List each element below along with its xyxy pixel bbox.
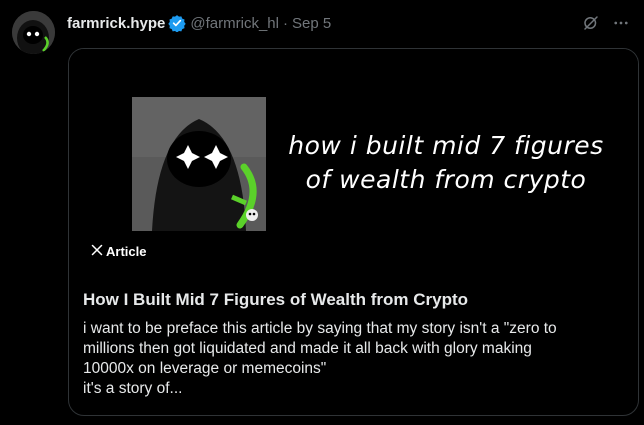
display-name[interactable]: farmrick.hype	[67, 15, 165, 32]
article-title[interactable]: How I Built Mid 7 Figures of Wealth from…	[83, 289, 624, 311]
article-card-body[interactable]: How I Built Mid 7 Figures of Wealth from…	[83, 289, 624, 399]
article-badge-label: Article	[106, 244, 147, 259]
author-avatar[interactable]	[12, 11, 55, 54]
x-logo-icon	[91, 244, 103, 259]
cover-headline: how i built mid 7 figures of wealth from…	[288, 131, 604, 194]
post-date[interactable]: Sep 5	[292, 15, 331, 32]
article-card[interactable]: how i built mid 7 figures of wealth from…	[68, 48, 639, 416]
article-cover-media[interactable]: how i built mid 7 figures of wealth from…	[69, 49, 638, 276]
user-handle[interactable]: @farmrick_hl	[190, 15, 279, 32]
verified-badge-icon[interactable]	[168, 14, 187, 32]
post-header: farmrick.hype @farmrick_hl · Sep 5	[67, 12, 630, 34]
grok-icon[interactable]	[582, 14, 600, 32]
more-icon[interactable]	[612, 14, 630, 32]
article-snippet: i want to be preface this article by say…	[83, 320, 557, 397]
header-actions	[582, 14, 630, 32]
cover-illustration	[132, 97, 266, 231]
separator-dot: ·	[282, 14, 288, 32]
article-badge: Article	[91, 244, 146, 259]
